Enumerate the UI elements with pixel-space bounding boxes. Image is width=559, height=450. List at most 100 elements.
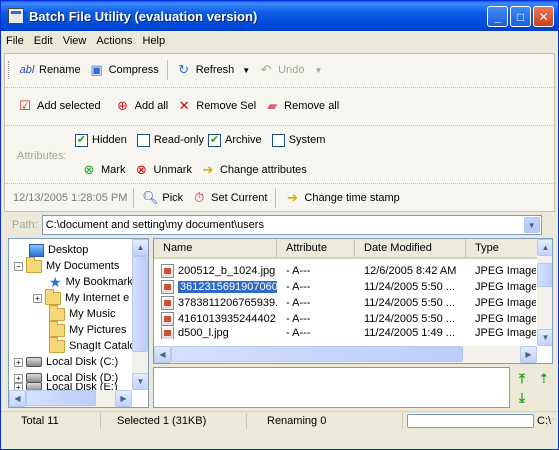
undo-button[interactable]: ↶ Undo	[254, 62, 308, 78]
attribute-actions: ⊗ Mark ⊗ Unmark ➔ Change attributes	[5, 161, 554, 179]
table-row[interactable]: d500_l.jpg - A--- 11/24/2005 1:49 ... JP…	[154, 327, 537, 339]
tree-item-my-documents[interactable]: − My Documents	[14, 256, 119, 274]
compress-button[interactable]: ▣ Compress	[85, 62, 163, 78]
archive-label: Archive	[225, 134, 262, 146]
tree-vscroll-thumb[interactable]	[132, 256, 148, 352]
refresh-icon: ↻	[178, 62, 190, 77]
collapse-icon[interactable]: −	[14, 261, 23, 271]
column-type[interactable]: Type	[466, 239, 536, 257]
music-folder-icon	[49, 304, 65, 321]
tree-hscrollbar[interactable]: ◀ ▶	[9, 390, 132, 407]
table-row[interactable]: 3783811206765939... - A--- 11/24/2005 5:…	[154, 295, 537, 311]
tree-item-pictures[interactable]: My Pictures	[49, 320, 126, 338]
scroll-up-icon[interactable]: ▲	[537, 239, 552, 256]
change-attributes-button[interactable]: ➔ Change attributes	[196, 162, 311, 178]
toolbar-grip[interactable]	[8, 61, 11, 79]
tree-item-bookmarks[interactable]: ★ My Bookmark	[49, 274, 133, 290]
undo-dropdown-icon[interactable]: ▼	[314, 66, 322, 75]
jpeg-file-icon	[161, 296, 174, 310]
menu-bar: File Edit View Actions Help	[1, 31, 558, 50]
disk-icon	[26, 373, 42, 383]
rename-button[interactable]: abl Rename	[15, 62, 85, 78]
menu-edit[interactable]: Edit	[29, 35, 58, 47]
move-top-icon[interactable]: ⤒	[513, 371, 531, 387]
tree-vscrollbar[interactable]: ▲ ▼	[132, 239, 148, 390]
expand-icon[interactable]: +	[33, 293, 42, 303]
scroll-down-icon[interactable]: ▼	[132, 373, 148, 390]
hidden-checkbox[interactable]: ✔	[75, 133, 88, 147]
menu-help[interactable]: Help	[137, 35, 170, 47]
expand-icon[interactable]: +	[14, 373, 23, 383]
add-all-button[interactable]: ⊕ Add all	[111, 98, 173, 114]
list-hscroll-thumb[interactable]	[171, 346, 463, 362]
scroll-left-icon[interactable]: ◀	[9, 390, 26, 407]
checkmark-icon: ☑	[19, 98, 31, 113]
app-icon	[8, 8, 24, 24]
status-renaming: Renaming 0	[247, 412, 403, 429]
list-hscrollbar[interactable]: ◀ ▶	[154, 346, 537, 363]
jpeg-file-icon	[161, 264, 174, 278]
menu-actions[interactable]: Actions	[91, 35, 137, 47]
app-window: Batch File Utility (evaluation version) …	[0, 0, 559, 450]
table-row-selected[interactable]: 3612315691907060... - A--- 11/24/2005 5:…	[154, 279, 537, 295]
path-dropdown-icon[interactable]: ▼	[523, 217, 540, 233]
desktop-icon	[29, 243, 44, 257]
tree-item-snagit[interactable]: SnagIt Catalo	[49, 336, 136, 354]
column-date-modified[interactable]: Date Modified	[355, 239, 466, 257]
tree-item-music[interactable]: My Music	[49, 304, 115, 322]
remove-all-button[interactable]: ▰ Remove all	[260, 98, 343, 114]
close-button[interactable]: ✕	[533, 6, 554, 27]
hidden-label: Hidden	[92, 134, 127, 146]
mark-button[interactable]: ⊗ Mark	[77, 162, 129, 178]
scroll-left-icon[interactable]: ◀	[154, 346, 171, 363]
table-row[interactable]: 200512_b_1024.jpg - A--- 12/6/2005 8:42 …	[154, 263, 537, 279]
status-bar: Total 11 Selected 1 (31KB) Renaming 0 C:…	[1, 411, 558, 429]
scroll-right-icon[interactable]: ▶	[520, 346, 537, 363]
change-timestamp-button[interactable]: ➔ Change time stamp	[280, 190, 403, 206]
scroll-down-icon[interactable]: ▼	[537, 329, 552, 346]
minimize-button[interactable]: _	[487, 6, 508, 27]
arrow-right-icon: ➔	[286, 190, 298, 205]
list-vscrollbar[interactable]: ▲ ▼	[537, 239, 552, 346]
timestamp-value[interactable]: 12/13/2005 1:28:05 PM	[13, 192, 127, 204]
readonly-checkbox[interactable]	[136, 133, 150, 147]
maximize-button[interactable]: □	[510, 6, 531, 27]
refresh-button[interactable]: ↻ Refresh	[172, 62, 239, 78]
list-vscroll-thumb[interactable]	[537, 263, 552, 287]
cross-icon: ✕	[178, 98, 190, 113]
unmark-button[interactable]: ⊗ Unmark	[129, 162, 196, 178]
tree-item-internet[interactable]: + My Internet e	[33, 288, 129, 306]
table-row[interactable]: 4161013935244402... - A--- 11/24/2005 5:…	[154, 311, 537, 327]
tree-item-desktop[interactable]: Desktop	[29, 242, 88, 258]
output-box[interactable]	[153, 367, 510, 408]
disk-icon	[26, 357, 42, 367]
add-selected-button[interactable]: ☑ Add selected	[13, 98, 105, 114]
expand-icon[interactable]: +	[14, 357, 23, 367]
tree-hscroll-thumb[interactable]	[26, 390, 96, 406]
move-down-icon[interactable]: ⤓	[513, 390, 531, 406]
menu-file[interactable]: File	[1, 35, 29, 47]
column-attribute[interactable]: Attribute	[277, 239, 355, 257]
column-name[interactable]: Name	[154, 239, 277, 257]
refresh-dropdown-icon[interactable]: ▼	[242, 66, 250, 75]
scroll-right-icon[interactable]: ▶	[115, 390, 132, 407]
path-label: Path:	[12, 219, 38, 231]
path-combobox[interactable]: C:\document and setting\my document\user…	[41, 215, 542, 235]
resize-grip-icon[interactable]: ⋰	[546, 417, 555, 428]
jpeg-file-icon	[161, 327, 174, 339]
set-current-button[interactable]: ⏱ Set Current	[187, 190, 271, 206]
pick-button[interactable]: 🔍︎ Pick	[138, 190, 187, 206]
remove-sel-button[interactable]: ✕ Remove Sel	[172, 98, 260, 114]
archive-checkbox[interactable]: ✔	[208, 133, 221, 147]
move-up-icon[interactable]: ⇡	[535, 371, 553, 387]
menu-view[interactable]: View	[58, 35, 92, 47]
tree-item-disk-c[interactable]: + Local Disk (C:)	[14, 354, 118, 370]
pictures-folder-icon	[49, 320, 65, 337]
scroll-up-icon[interactable]: ▲	[132, 239, 148, 256]
list-header: Name Attribute Date Modified Type	[154, 239, 537, 259]
unmark-icon: ⊗	[136, 162, 147, 177]
magnifier-icon: 🔍︎	[142, 190, 159, 205]
toolbar-main: abl Rename ▣ Compress ↻ Refresh ▼ ↶ Undo…	[5, 58, 554, 82]
title-bar[interactable]: Batch File Utility (evaluation version) …	[1, 1, 558, 31]
system-checkbox[interactable]	[271, 133, 285, 147]
